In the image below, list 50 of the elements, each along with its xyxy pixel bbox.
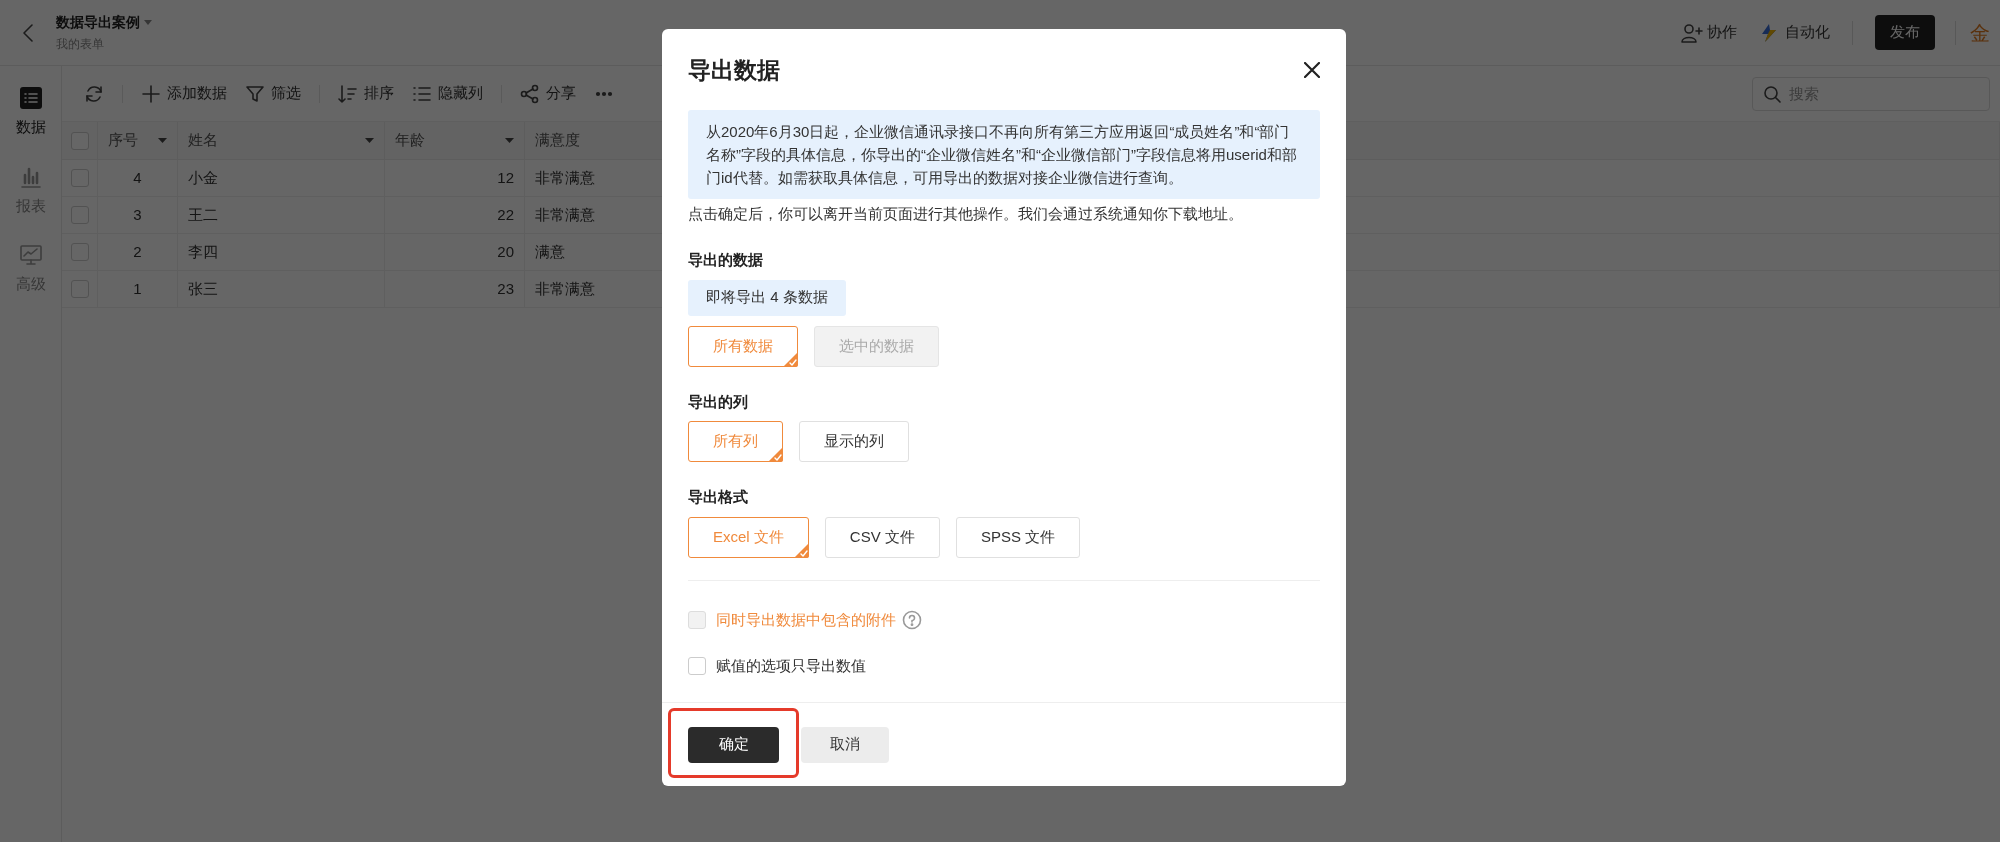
option-button[interactable]: SPSS 文件 [955,516,1081,558]
table-cell-text: 非常满意 [535,204,595,225]
section-label: 导出格式 [688,487,749,507]
toolbar-button[interactable]: 排序 [338,82,394,105]
option-button[interactable]: Excel 文件 [688,516,809,558]
header-label: 满意度 [535,130,580,151]
option-button[interactable]: CSV 文件 [824,516,940,558]
table-cell-text: 3 [133,204,142,225]
section-label: 导出的列 [688,391,749,412]
checkbox-label[interactable]: 赋值的选项只导出数值 [716,655,866,678]
header-label: 姓名 [188,130,218,151]
toolbar-button[interactable]: 协作 [1681,21,1737,44]
header-label: 年龄 [395,130,425,151]
table-cell-text: 1 [133,278,142,299]
option-button[interactable]: 所有数据 [688,325,798,367]
column-header[interactable]: 姓名 [178,122,385,159]
publish-button[interactable]: 发布 [1875,15,1935,50]
count-badge: 即将导出 4 条数据 [688,279,846,316]
logo: 金 [1970,20,1991,46]
table-cell-text: 12 [497,167,514,188]
table-cell-text: 4 [133,167,142,188]
toolbar-button[interactable]: 添加数据 [141,82,227,105]
table-cell-text: 张三 [188,278,218,299]
table-cell-text: 满意 [535,241,565,262]
notice-text: 从2020年6月30日起，企业微信通讯录接口不再向所有第三方应用返回“成员姓名”和“部门名称”字段的具体信息，你导出的“企业微信姓名”和“企业微信部门”字段信息将用userid和部门id代替。如需获取具体信息，可用导出的数据对接企业微信进行查询。 [688,109,1320,199]
table-cell-text: 非常满意 [535,278,595,299]
table-cell-text: 23 [497,278,514,299]
dialog-title: 导出数据 [688,56,780,85]
table-cell-text: 李四 [188,241,218,262]
column-header[interactable]: 年龄 [385,122,525,159]
confirm-button[interactable]: 确定 [688,726,779,763]
table-cell-text: 20 [497,241,514,262]
option-button[interactable]: 所有列 [688,421,783,462]
toolbar-button[interactable]: 分享 [520,82,576,105]
table-cell-text: 22 [497,204,514,225]
toolbar-button[interactable]: 自动化 [1759,21,1830,44]
table-cell-text: 王二 [188,204,218,225]
table-cell-text: 非常满意 [535,167,595,188]
option-button[interactable]: 显示的列 [799,421,909,462]
table-cell-text: 小金 [188,167,218,188]
sidebar-item[interactable]: 数据 [15,86,46,139]
toolbar-button[interactable]: 筛选 [245,82,301,105]
hint-text: 点击确定后，你可以离开当前页面进行其他操作。我们会通过系统通知你下载地址。 [688,203,1244,224]
toolbar-button[interactable]: 隐藏列 [412,82,483,105]
section-label: 导出的数据 [688,250,764,270]
column-header[interactable]: 序号 [98,122,178,159]
cancel-button[interactable]: 取消 [801,726,889,763]
table-cell-text: 2 [133,241,142,262]
form-title: 数据导出案例 [56,13,140,32]
header-label: 序号 [108,130,138,151]
